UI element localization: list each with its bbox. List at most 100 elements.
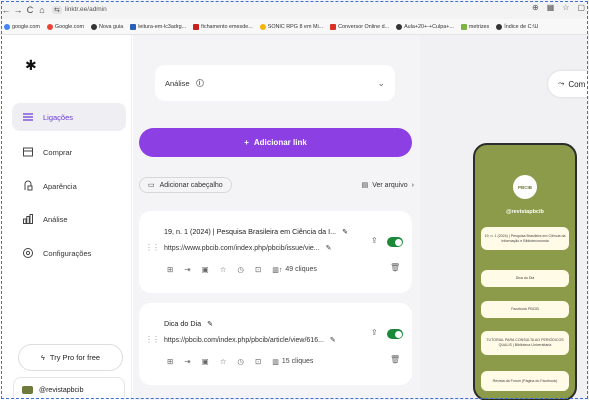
lock-icon[interactable]: ⊡ — [255, 265, 261, 274]
link-title[interactable]: Dica do Dia — [164, 319, 201, 328]
globe-icon — [496, 23, 503, 30]
view-archive-label: Ver arquivo — [372, 181, 408, 189]
reload-icon[interactable]: C — [24, 5, 36, 15]
view-archive-link[interactable]: ▤ Ver arquivo › — [362, 181, 414, 190]
info-icon[interactable]: i — [195, 79, 204, 87]
click-count[interactable]: ▥ 15 cliques — [272, 358, 313, 366]
share-button[interactable]: ⤳ Com — [548, 71, 589, 97]
doc-icon — [130, 23, 137, 30]
schedule-icon[interactable]: ◷ — [237, 357, 244, 366]
add-header-button[interactable]: ▭ Adicionar cabeçalho — [139, 177, 232, 193]
bookmark-item[interactable]: leitura-em-lc3adrg... — [130, 23, 186, 30]
layout-icon[interactable]: ⊞ — [167, 357, 173, 366]
schedule-icon[interactable]: ◷ — [237, 265, 244, 274]
image-icon[interactable]: ▣ — [202, 357, 209, 366]
share-icon: ⤳ — [558, 79, 565, 88]
link-card[interactable]: ⋮⋮ Dica do Dia ✎ https://pbcib.com/index… — [139, 303, 412, 385]
toolbar-row: ▭ Adicionar cabeçalho ▤ Ver arquivo › — [139, 175, 414, 195]
url-text: linktr.ee/admin — [64, 6, 107, 13]
chevron-right-icon: › — [411, 181, 414, 189]
link-url[interactable]: https://pbcib.com/index.php/pbcib/articl… — [164, 337, 324, 344]
bookmark-item[interactable]: fichamento emesde... — [193, 23, 253, 30]
sidebar-item-label: Comprar — [43, 147, 73, 157]
trash-icon[interactable]: 🗑︎ — [390, 355, 400, 364]
share-label: Com — [568, 79, 586, 89]
bookmark-item[interactable]: google.com — [4, 23, 40, 30]
bookmark-item[interactable]: Conversor Online d... — [330, 23, 389, 30]
link-card[interactable]: ⋮⋮ 19, n. 1 (2024) | Pesquisa Brasileira… — [139, 211, 412, 293]
preview-link[interactable]: TUTORIAL PARA CONSULTA AO PERIÓDICOS QUA… — [481, 331, 569, 355]
drag-handle-icon[interactable]: ⋮⋮ — [145, 335, 160, 344]
sidebar-item-label: Configurações — [43, 248, 92, 258]
gmail-icon — [193, 23, 200, 30]
profile-name: @revistapbcib — [506, 209, 544, 215]
globe-icon — [396, 23, 403, 30]
bookmark-item[interactable]: Aula+20+-+Culpa+... — [396, 23, 454, 30]
extension-icon[interactable]: ▦ — [547, 3, 555, 12]
chevron-down-icon: ⌄ — [377, 77, 385, 88]
preview-link[interactable]: Revista da Forum (Página do Facebook) — [481, 371, 569, 391]
chart-icon: ▥↑ — [272, 266, 283, 274]
shop-icon — [23, 147, 33, 157]
account-name: @revistapbcib — [39, 386, 84, 394]
account-switcher[interactable]: @revistapbcib — [13, 377, 125, 400]
back-icon[interactable]: ← — [0, 5, 12, 15]
star-icon[interactable]: ☆ — [220, 357, 227, 366]
linktree-logo-icon[interactable]: ✱ — [25, 57, 37, 74]
sidebar-item-links[interactable]: Ligações — [12, 103, 126, 131]
edit-pencil-icon[interactable]: ✎ — [326, 244, 332, 252]
address-bar[interactable]: ⇆ linktr.ee/admin — [52, 5, 107, 14]
site-info-icon[interactable]: ⇆ — [52, 5, 62, 14]
edit-pencil-icon[interactable]: ✎ — [207, 319, 213, 328]
share-icon[interactable]: ⇪ — [371, 328, 378, 337]
sidebar-item-settings[interactable]: Configurações — [12, 239, 126, 267]
globe-icon — [4, 23, 10, 30]
analytics-icon — [23, 214, 33, 224]
forward-icon[interactable]: → — [12, 5, 24, 15]
avatar — [22, 386, 33, 394]
sidebar-item-label: Ligações — [43, 112, 74, 122]
preview-link[interactable]: 19, n. 1 (2024) | Pesquisa Brasileira em… — [481, 227, 569, 250]
try-pro-button[interactable]: ϟ Try Pro for free — [18, 344, 123, 371]
appearance-icon — [24, 180, 33, 191]
link-enabled-toggle[interactable] — [387, 237, 403, 247]
link-url[interactable]: https://www.pbcib.com/index.php/pbcib/is… — [164, 245, 320, 252]
sidebar: ✱ Ligações Comprar Aparência Análise Con… — [0, 35, 132, 400]
drag-handle-icon[interactable]: ⋮⋮ — [145, 243, 160, 252]
star-icon[interactable]: ☆ — [220, 265, 227, 274]
redirect-icon[interactable]: ⇥ — [184, 357, 190, 366]
phone-preview[interactable]: PBCIB @revistapbcib 19, n. 1 (2024) | Pe… — [473, 143, 577, 400]
edit-pencil-icon[interactable]: ✎ — [342, 227, 348, 236]
preview-link[interactable]: Facebook PBCIB — [481, 301, 569, 318]
header-icon: ▭ — [148, 182, 155, 189]
analytics-dropdown[interactable]: Análise i ⌄ — [155, 65, 395, 101]
layout-icon[interactable]: ⊞ — [167, 265, 173, 274]
browser-toolbar: ← → C ⌂ ⇆ linktr.ee/admin ⊕ ▦ ☆ ▢ — [0, 0, 589, 19]
translate-icon[interactable]: ⊕ — [532, 3, 539, 12]
redirect-icon[interactable]: ⇥ — [184, 265, 190, 274]
sidebar-item-label: Análise — [43, 214, 68, 224]
bookmark-item[interactable]: metrizes — [460, 23, 489, 30]
edit-pencil-icon[interactable]: ✎ — [330, 336, 336, 344]
image-icon[interactable]: ▣ — [202, 265, 209, 274]
link-enabled-toggle[interactable] — [387, 329, 403, 339]
link-title[interactable]: 19, n. 1 (2024) | Pesquisa Brasileira em… — [164, 227, 336, 236]
bookmark-item[interactable]: Google.com — [46, 23, 84, 30]
sidebar-item-shop[interactable]: Comprar — [12, 138, 126, 166]
bookmark-star-icon[interactable]: ☆ — [562, 3, 569, 12]
sidebar-item-appearance[interactable]: Aparência — [12, 172, 126, 200]
bookmarks-bar: google.com Google.com Nova guia leitura-… — [0, 19, 589, 35]
preview-link[interactable]: Dica do Dia — [481, 270, 569, 287]
add-link-button[interactable]: + Adicionar link — [139, 128, 412, 157]
bookmark-item[interactable]: Índice de C:\U — [496, 23, 538, 30]
share-icon[interactable]: ⇪ — [371, 236, 378, 245]
bookmark-item[interactable]: Nova guia — [90, 23, 123, 30]
lock-icon[interactable]: ⊡ — [255, 357, 261, 366]
trash-icon[interactable]: 🗑︎ — [390, 263, 400, 272]
home-icon[interactable]: ⌂ — [36, 5, 48, 15]
bookmark-item[interactable]: SONIC RPG 8 em Mi... — [259, 23, 323, 30]
click-count[interactable]: ▥↑ 49 cliques — [272, 266, 317, 274]
preview-panel: ⤳ Com PBCIB @revistapbcib 19, n. 1 (2024… — [420, 35, 589, 400]
sidebar-item-analytics[interactable]: Análise — [12, 205, 126, 233]
window-icon[interactable]: ▢ — [577, 3, 585, 12]
